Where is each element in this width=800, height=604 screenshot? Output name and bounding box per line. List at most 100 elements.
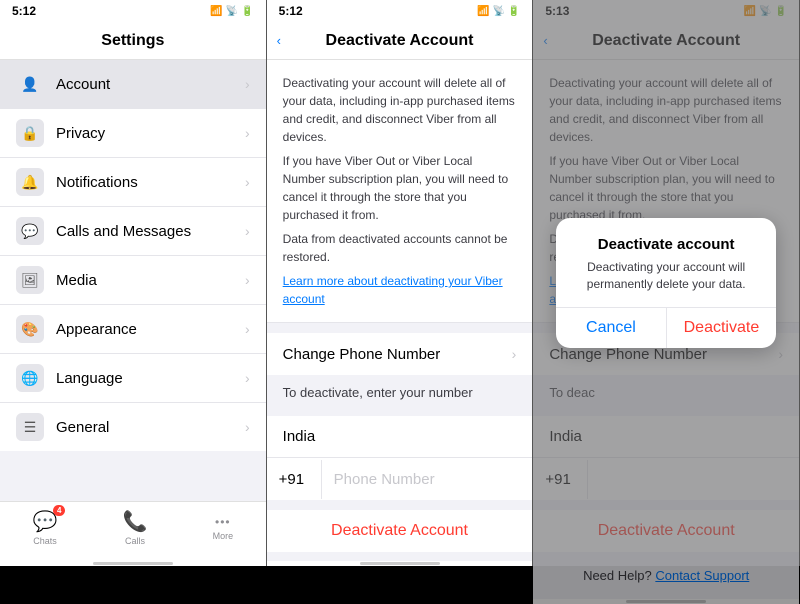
home-bar-2 xyxy=(360,562,440,565)
chevron-calls: › xyxy=(245,223,250,239)
settings-list: 👤 Account › 🔒 Privacy › 🔔 Notifications … xyxy=(0,60,266,501)
home-indicator-1 xyxy=(0,561,266,566)
settings-group: 👤 Account › 🔒 Privacy › 🔔 Notifications … xyxy=(0,60,266,451)
wifi-icon-2: 📡 xyxy=(492,6,504,17)
nav-bar-deactivate1: ‹ Deactivate Account xyxy=(267,22,533,60)
support-text-2: Need Help? xyxy=(583,568,652,583)
privacy-label: Privacy xyxy=(56,125,245,142)
chevron-change-phone: › xyxy=(512,346,517,362)
home-indicator-2 xyxy=(267,561,533,566)
battery-icon: 🔋 xyxy=(241,6,253,17)
notifications-icon: 🔔 xyxy=(16,168,44,196)
tab-chats-badge-container: 💬 4 xyxy=(33,509,58,534)
calls-icon: 💬 xyxy=(16,217,44,245)
battery-icon-2: 🔋 xyxy=(508,6,520,17)
notifications-label: Notifications xyxy=(56,174,245,191)
alert-cancel-button[interactable]: Cancel xyxy=(556,308,667,348)
media-label: Media xyxy=(56,272,245,289)
screen-deactivate1: 5:12 📶 📡 🔋 ‹ Deactivate Account Deactiva… xyxy=(267,0,534,566)
support-section-1: Need Help? Contact Support xyxy=(267,552,533,561)
nav-title-deactivate1: Deactivate Account xyxy=(326,32,474,50)
account-label: Account xyxy=(56,76,245,93)
phone-input[interactable]: Phone Number xyxy=(322,460,533,499)
change-phone-row[interactable]: Change Phone Number › xyxy=(267,333,533,375)
language-label: Language xyxy=(56,370,245,387)
deactivate-account-btn[interactable]: Deactivate Account xyxy=(267,510,533,552)
settings-item-language[interactable]: 🌐 Language › xyxy=(0,354,266,403)
phone-row: +91 Phone Number xyxy=(267,458,533,500)
appearance-icon: 🎨 xyxy=(16,315,44,343)
to-deactivate-label: To deactivate, enter your number xyxy=(267,375,533,406)
time-1: 5:12 xyxy=(12,4,36,18)
phone-form-section: India +91 Phone Number xyxy=(267,416,533,500)
alert-deactivate-button[interactable]: Deactivate xyxy=(667,308,777,348)
alert-message: Deactivating your account will permanent… xyxy=(572,259,760,293)
chevron-media: › xyxy=(245,272,250,288)
media-icon: 🖼 xyxy=(16,266,44,294)
status-bar-1: 5:12 📶 📡 🔋 xyxy=(0,0,266,22)
settings-item-appearance[interactable]: 🎨 Appearance › xyxy=(0,305,266,354)
info-section-1: Deactivating your account will delete al… xyxy=(267,60,533,323)
settings-item-notifications[interactable]: 🔔 Notifications › xyxy=(0,158,266,207)
appearance-label: Appearance xyxy=(56,321,245,338)
alert-title: Deactivate account xyxy=(572,236,760,253)
wifi-icon: 📡 xyxy=(226,6,238,17)
modal-overlay: Deactivate account Deactivating your acc… xyxy=(533,0,799,566)
chevron-appearance: › xyxy=(245,321,250,337)
general-icon: ☰ xyxy=(16,413,44,441)
country-code[interactable]: +91 xyxy=(267,460,322,499)
deactivate-content-1: Deactivating your account will delete al… xyxy=(267,60,533,561)
info-text-3: Data from deactivated accounts cannot be… xyxy=(283,230,517,266)
chats-badge: 4 xyxy=(53,505,65,516)
chevron-privacy: › xyxy=(245,125,250,141)
calls-tab-label: Calls xyxy=(125,536,145,546)
info-link-1[interactable]: Learn more about deactivating your Viber… xyxy=(283,274,503,306)
home-bar-3 xyxy=(626,600,706,603)
status-icons-1: 📶 📡 🔋 xyxy=(210,6,253,17)
support-link-2[interactable]: Contact Support xyxy=(655,568,749,583)
country-row: India xyxy=(267,416,533,458)
privacy-icon: 🔒 xyxy=(16,119,44,147)
chevron-notifications: › xyxy=(245,174,250,190)
alert-content: Deactivate account Deactivating your acc… xyxy=(556,218,776,307)
settings-item-general[interactable]: ☰ General › xyxy=(0,403,266,451)
info-text-2: If you have Viber Out or Viber Local Num… xyxy=(283,152,517,224)
home-indicator-3 xyxy=(533,599,799,604)
change-phone-label: Change Phone Number xyxy=(283,346,512,363)
settings-item-account[interactable]: 👤 Account › xyxy=(0,60,266,109)
settings-item-privacy[interactable]: 🔒 Privacy › xyxy=(0,109,266,158)
tab-calls[interactable]: 📞 Calls xyxy=(123,509,148,546)
settings-item-calls[interactable]: 💬 Calls and Messages › xyxy=(0,207,266,256)
nav-bar-settings: Settings xyxy=(0,22,266,60)
time-2: 5:12 xyxy=(279,4,303,18)
status-bar-2: 5:12 📶 📡 🔋 xyxy=(267,0,533,22)
back-button-1[interactable]: ‹ xyxy=(277,33,281,48)
nav-title-settings: Settings xyxy=(101,32,164,50)
language-icon: 🌐 xyxy=(16,364,44,392)
signal-icon-2: 📶 xyxy=(477,6,489,17)
home-bar-1 xyxy=(93,562,173,565)
more-tab-label: More xyxy=(213,531,234,541)
chats-tab-label: Chats xyxy=(33,536,57,546)
form-section-1: Change Phone Number › xyxy=(267,333,533,375)
account-icon: 👤 xyxy=(16,70,44,98)
more-tab-icon: ••• xyxy=(215,515,231,529)
settings-item-media[interactable]: 🖼 Media › xyxy=(0,256,266,305)
info-text-1: Deactivating your account will delete al… xyxy=(283,74,517,146)
calls-tab-icon: 📞 xyxy=(123,509,148,534)
chevron-general: › xyxy=(245,419,250,435)
screen-deactivate2: 5:13 📶 📡 🔋 ‹ Deactivate Account Deactiva… xyxy=(533,0,800,566)
tab-chats[interactable]: 💬 4 Chats xyxy=(33,509,58,546)
tab-bar: 💬 4 Chats 📞 Calls ••• More xyxy=(0,501,266,561)
status-icons-2: 📶 📡 🔋 xyxy=(477,6,520,17)
screen-settings: 5:12 📶 📡 🔋 Settings 👤 Account › 🔒 Privac… xyxy=(0,0,267,566)
signal-icon: 📶 xyxy=(210,6,222,17)
alert-buttons: Cancel Deactivate xyxy=(556,307,776,348)
tab-more[interactable]: ••• More xyxy=(213,515,234,541)
chevron-language: › xyxy=(245,370,250,386)
chevron-account: › xyxy=(245,76,250,92)
alert-dialog: Deactivate account Deactivating your acc… xyxy=(556,218,776,348)
general-label: General xyxy=(56,419,245,436)
country-label: India xyxy=(283,428,517,445)
calls-label: Calls and Messages xyxy=(56,223,245,240)
